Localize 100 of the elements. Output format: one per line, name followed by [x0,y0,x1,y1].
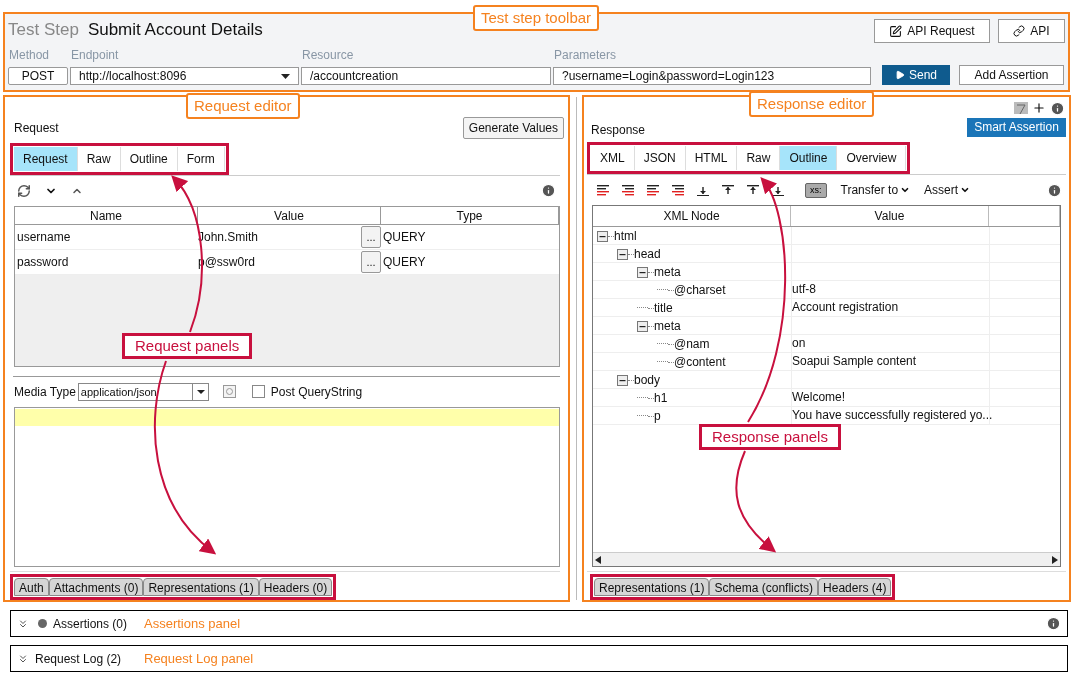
panel-tab[interactable]: Representations (1) [143,578,259,596]
toolbar-button[interactable]: API Request [874,19,990,43]
node-value: on [791,335,989,353]
move-line-icon[interactable] [722,184,734,196]
column-header[interactable]: Type [381,206,559,225]
move-line-icon[interactable] [747,184,759,196]
caret-icon [900,185,911,195]
column-header[interactable]: Value [791,206,989,226]
field-label: Method [8,47,51,63]
add-assertion-button[interactable]: Add Assertion [959,65,1064,85]
checkbox[interactable] [251,385,265,399]
column-header[interactable]: Value [198,206,381,225]
tree-node[interactable]: meta [654,263,681,281]
annotation-label: Response editor [749,91,875,117]
xs-button[interactable]: xs: [805,182,827,198]
column-header[interactable]: Name [15,206,198,225]
collapse-icon[interactable] [597,230,608,242]
step-title: Submit Account Details [87,19,263,42]
collapsed-panel-bar[interactable]: Assertions (0) Assertions panel [10,610,1068,637]
info-icon[interactable] [1050,100,1065,116]
horizontal-scrollbar[interactable] [593,552,1060,566]
add-icon[interactable] [1032,101,1046,115]
tab[interactable]: Request [14,147,78,171]
field-label: Resource [301,47,355,63]
method-field[interactable]: POST [8,67,68,85]
info-icon[interactable] [1047,182,1062,198]
node-value: utf-8 [791,281,989,299]
move-line-icon[interactable] [697,184,709,196]
tree-node[interactable]: body [634,371,661,389]
align-lines-icon[interactable] [672,184,684,196]
move-line-icon[interactable] [772,184,784,196]
panel-tab[interactable]: Headers (0) [258,578,333,596]
play-icon [895,70,905,80]
media-type-dropdown[interactable]: application/json [77,382,209,401]
field-label: Media Type [14,383,76,401]
panel-title: Assertions (0) [53,615,128,633]
tree-node[interactable]: head [634,245,661,263]
tree-node[interactable]: @nam [674,335,710,353]
node-value: Account registration [791,299,989,317]
collapse-icon[interactable] [617,374,628,386]
tree-node[interactable]: p [654,407,661,425]
edit-value-button[interactable]: ... [361,250,381,273]
tree-node[interactable]: title [654,299,673,317]
panel-tab[interactable]: Auth [14,578,49,596]
tree-node[interactable]: meta [654,317,681,335]
toolbar-button[interactable]: API [998,19,1065,43]
panel-title: Request Log (2) [35,650,122,668]
text-field[interactable]: ?username=Login&password=Login123 [553,67,871,85]
endpoint-dropdown[interactable]: http://localhost:8096 [70,67,299,85]
annotation-label: Test step toolbar [473,5,600,31]
panel-tab[interactable]: Schema (conflicts) [709,578,819,596]
section-title: Request [14,120,59,137]
node-value: Welcome! [791,389,989,407]
node-value: Soapui Sample content [791,353,989,371]
tree-node[interactable]: h1 [654,389,668,407]
menu-button[interactable]: Assert [924,181,971,199]
panel-tab[interactable]: Representations (1) [594,578,710,596]
step-kind-label: Test Step [8,19,79,42]
annotation-callout: Response panels [699,424,841,450]
tree-node[interactable]: @content [674,353,726,371]
refresh-icon[interactable] [17,183,31,198]
annotation-label: Assertions panel [144,614,241,633]
expand-icon[interactable] [17,617,29,630]
field-label: Parameters [553,47,618,63]
scroll-left-icon [595,555,601,564]
collapse-icon[interactable] [617,248,628,260]
tree-node[interactable]: @charset [674,281,726,299]
collapsed-panel-bar[interactable]: Request Log (2) Request Log panel [10,645,1068,672]
annotation-callout: Request panels [122,333,253,359]
table-cell-text: QUERY [382,228,427,246]
smart-assertion-button[interactable]: Smart Assertion [967,117,1066,137]
info-icon[interactable] [1046,616,1061,631]
collapse-icon[interactable] [637,320,648,332]
section-title: Response [590,122,646,139]
column-header[interactable]: XML Node [593,206,791,226]
align-lines-icon[interactable] [622,184,634,196]
text-field[interactable]: /accountcreation [301,67,551,85]
tab[interactable]: Outline [780,146,838,170]
link-icon [1013,25,1026,37]
field-label: Endpoint [70,47,120,63]
menu-button[interactable]: Transfer to [840,181,911,199]
align-lines-icon[interactable] [597,184,609,196]
layout-icon[interactable] [1014,102,1028,114]
caret-icon [281,73,290,79]
edit-value-button[interactable]: ... [361,225,381,248]
table-cell-text: QUERY [382,253,427,271]
align-lines-icon[interactable] [647,184,659,196]
panel-tab[interactable]: Headers (4) [818,578,892,596]
table-cell-text: username [16,228,72,246]
request-body-editor[interactable] [14,406,560,567]
tree-node[interactable]: html [614,227,637,245]
generate-values-button[interactable]: Generate Values [462,117,564,139]
info-icon[interactable] [541,183,556,199]
panel-tab[interactable]: Attachments (0) [48,578,144,596]
scroll-right-icon [1052,555,1058,564]
edit-icon [889,24,903,38]
expand-icon[interactable] [17,652,29,665]
collapse-icon[interactable] [637,266,648,278]
caret-icon [960,185,971,195]
send-button[interactable]: Send [882,65,950,85]
